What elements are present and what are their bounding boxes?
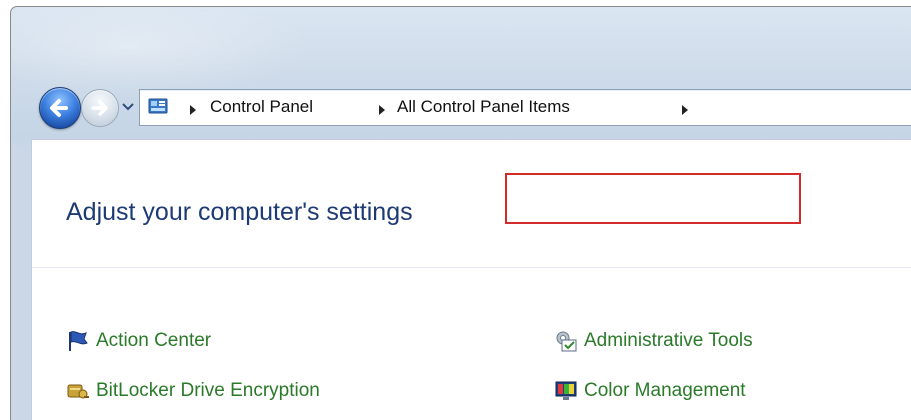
recent-pages-button[interactable] [121,96,135,116]
item-label: Administrative Tools [584,330,753,351]
item-action-center[interactable]: Action Center [66,328,211,354]
flag-icon [66,330,90,352]
item-administrative-tools[interactable]: Administrative Tools [554,328,753,354]
chevron-down-icon [122,103,134,111]
item-label: Color Management [584,380,746,401]
highlight-annotation-box [505,173,801,224]
address-bar[interactable]: Control Panel All Control Panel Items [139,89,911,126]
breadcrumb-all-items[interactable]: All Control Panel Items [397,97,570,117]
breadcrumb-separator-icon[interactable] [188,101,198,115]
item-bitlocker[interactable]: BitLocker Drive Encryption [66,378,320,404]
bitlocker-key-icon [66,380,90,402]
breadcrumb-separator-icon[interactable] [377,101,387,115]
back-button[interactable] [39,87,81,129]
breadcrumb-control-panel[interactable]: Control Panel [210,97,313,117]
navigation-bar: Control Panel All Control Panel Items [11,83,911,139]
item-color-management[interactable]: Color Management [554,378,746,404]
item-label: BitLocker Drive Encryption [96,380,320,401]
color-monitor-icon [554,380,578,402]
page-title: Adjust your computer's settings [66,198,413,226]
forward-arrow-icon [91,100,108,116]
back-arrow-icon [50,99,68,117]
admin-tools-icon [554,330,578,352]
item-label: Action Center [96,330,212,351]
forward-button[interactable] [81,89,119,127]
breadcrumb-separator-icon[interactable] [680,101,690,115]
title-divider [32,267,911,268]
control-panel-icon [148,98,168,116]
